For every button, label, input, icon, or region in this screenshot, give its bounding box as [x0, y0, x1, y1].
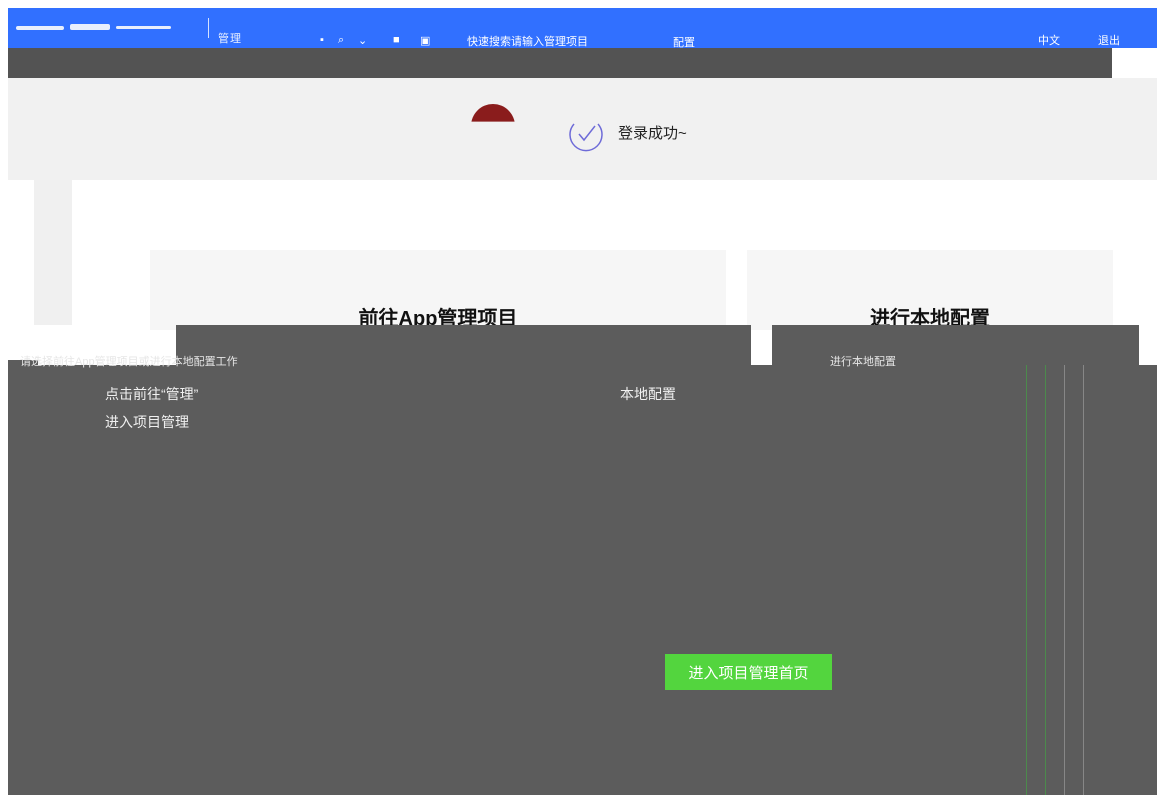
divider	[1083, 365, 1084, 795]
guide-step: 进入项目管理	[105, 414, 189, 430]
header-title: 管理	[218, 33, 242, 45]
chevron-down-icon[interactable]: ⌄	[358, 34, 367, 47]
dark-strip	[8, 48, 1112, 78]
header-divider	[208, 18, 209, 38]
guide-step: 本地配置	[620, 386, 676, 402]
side-column	[34, 180, 72, 325]
top-header: 管理 ▪ ⌕ ⌄ ■ ▣ 快速搜索请输入管理项目 配置 中文 退出	[8, 8, 1157, 52]
logout-link[interactable]: 退出	[1098, 32, 1120, 48]
overlay-panel	[176, 325, 751, 365]
menu-icon[interactable]: ▪	[320, 34, 324, 46]
screen-icon[interactable]: ▣	[420, 34, 430, 47]
guide-step: 点击前往“管理”	[105, 386, 199, 402]
enter-project-home-button[interactable]: 进入项目管理首页	[665, 654, 832, 690]
app-manage-card[interactable]: 前往App管理项目	[150, 250, 726, 330]
guide-description: 请选择前往App管理项目或进行本地配置工作	[20, 356, 238, 368]
document-icon[interactable]: ■	[393, 34, 400, 46]
success-message: 登录成功~	[618, 125, 687, 142]
overlay-panel	[772, 325, 1139, 365]
check-circle-icon	[569, 123, 603, 152]
app-logo[interactable]	[16, 18, 171, 36]
divider	[1045, 365, 1046, 795]
divider	[1026, 365, 1027, 795]
search-icon[interactable]: ⌕	[338, 34, 344, 47]
logo-mark	[16, 26, 64, 30]
guide-description: 进行本地配置	[830, 356, 896, 368]
logo-mark	[70, 24, 110, 30]
local-config-card[interactable]: 进行本地配置	[747, 250, 1113, 330]
divider	[1064, 365, 1065, 795]
language-switch[interactable]: 中文	[1038, 32, 1060, 48]
logo-mark	[116, 26, 171, 29]
